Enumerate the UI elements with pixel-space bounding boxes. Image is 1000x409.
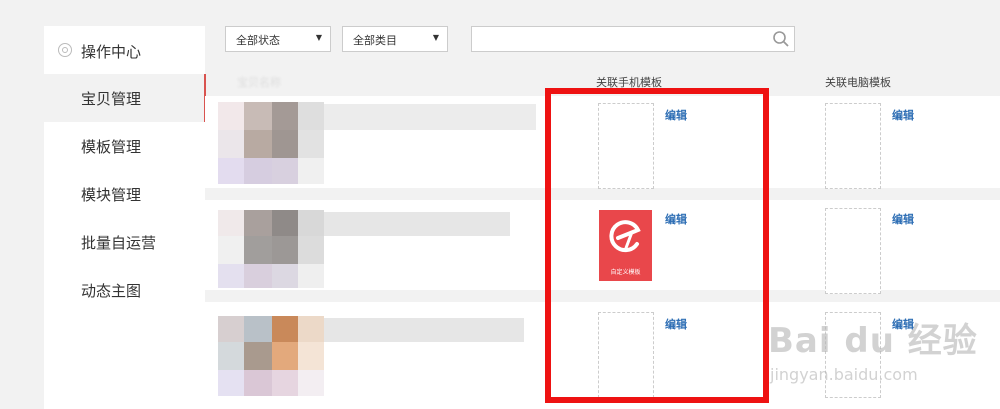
category-select[interactable]: 全部类目 ▼ — [342, 26, 448, 52]
sidebar-title: 操作中心 — [81, 43, 142, 61]
sidebar-item-template-management[interactable]: 模板管理 — [44, 122, 205, 170]
status-select[interactable]: 全部状态 ▼ — [225, 26, 331, 52]
sidebar-item-label: 模块管理 — [81, 186, 142, 204]
sidebar-item-item-management[interactable]: 宝贝管理 — [44, 74, 206, 122]
sidebar-item-label: 动态主图 — [81, 282, 142, 300]
caret-down-icon: ▼ — [432, 33, 439, 42]
search-icon[interactable] — [772, 30, 790, 48]
column-header-item-name: 宝贝名称 — [237, 76, 281, 89]
pc-template-placeholder[interactable] — [825, 103, 881, 189]
highlight-box — [545, 88, 769, 403]
category-select-value: 全部类目 — [353, 34, 397, 47]
watermark-url: jingyan.baidu.com — [770, 365, 918, 384]
watermark-main: Bai du 经验 — [768, 321, 978, 361]
gear-icon — [58, 43, 72, 57]
column-header-pc-template: 关联电脑模板 — [825, 76, 891, 89]
pc-edit-link[interactable]: 编辑 — [892, 107, 914, 123]
sidebar-header: 操作中心 — [44, 26, 205, 74]
sidebar-item-label: 模板管理 — [81, 138, 142, 156]
status-select-value: 全部状态 — [236, 34, 280, 47]
sidebar: 操作中心 宝贝管理 模板管理 模块管理 批量自运营 动态主图 — [44, 26, 206, 409]
sidebar-item-dynamic-main-image[interactable]: 动态主图 — [44, 266, 205, 314]
caret-down-icon: ▼ — [315, 33, 322, 42]
sidebar-item-batch-self-operate[interactable]: 批量自运营 — [44, 218, 205, 266]
search-input[interactable] — [471, 26, 795, 52]
pc-template-placeholder[interactable] — [825, 208, 881, 294]
sidebar-item-label: 批量自运营 — [81, 234, 157, 252]
sidebar-item-label: 宝贝管理 — [81, 90, 142, 108]
sidebar-item-module-management[interactable]: 模块管理 — [44, 170, 205, 218]
pc-edit-link[interactable]: 编辑 — [892, 211, 914, 227]
